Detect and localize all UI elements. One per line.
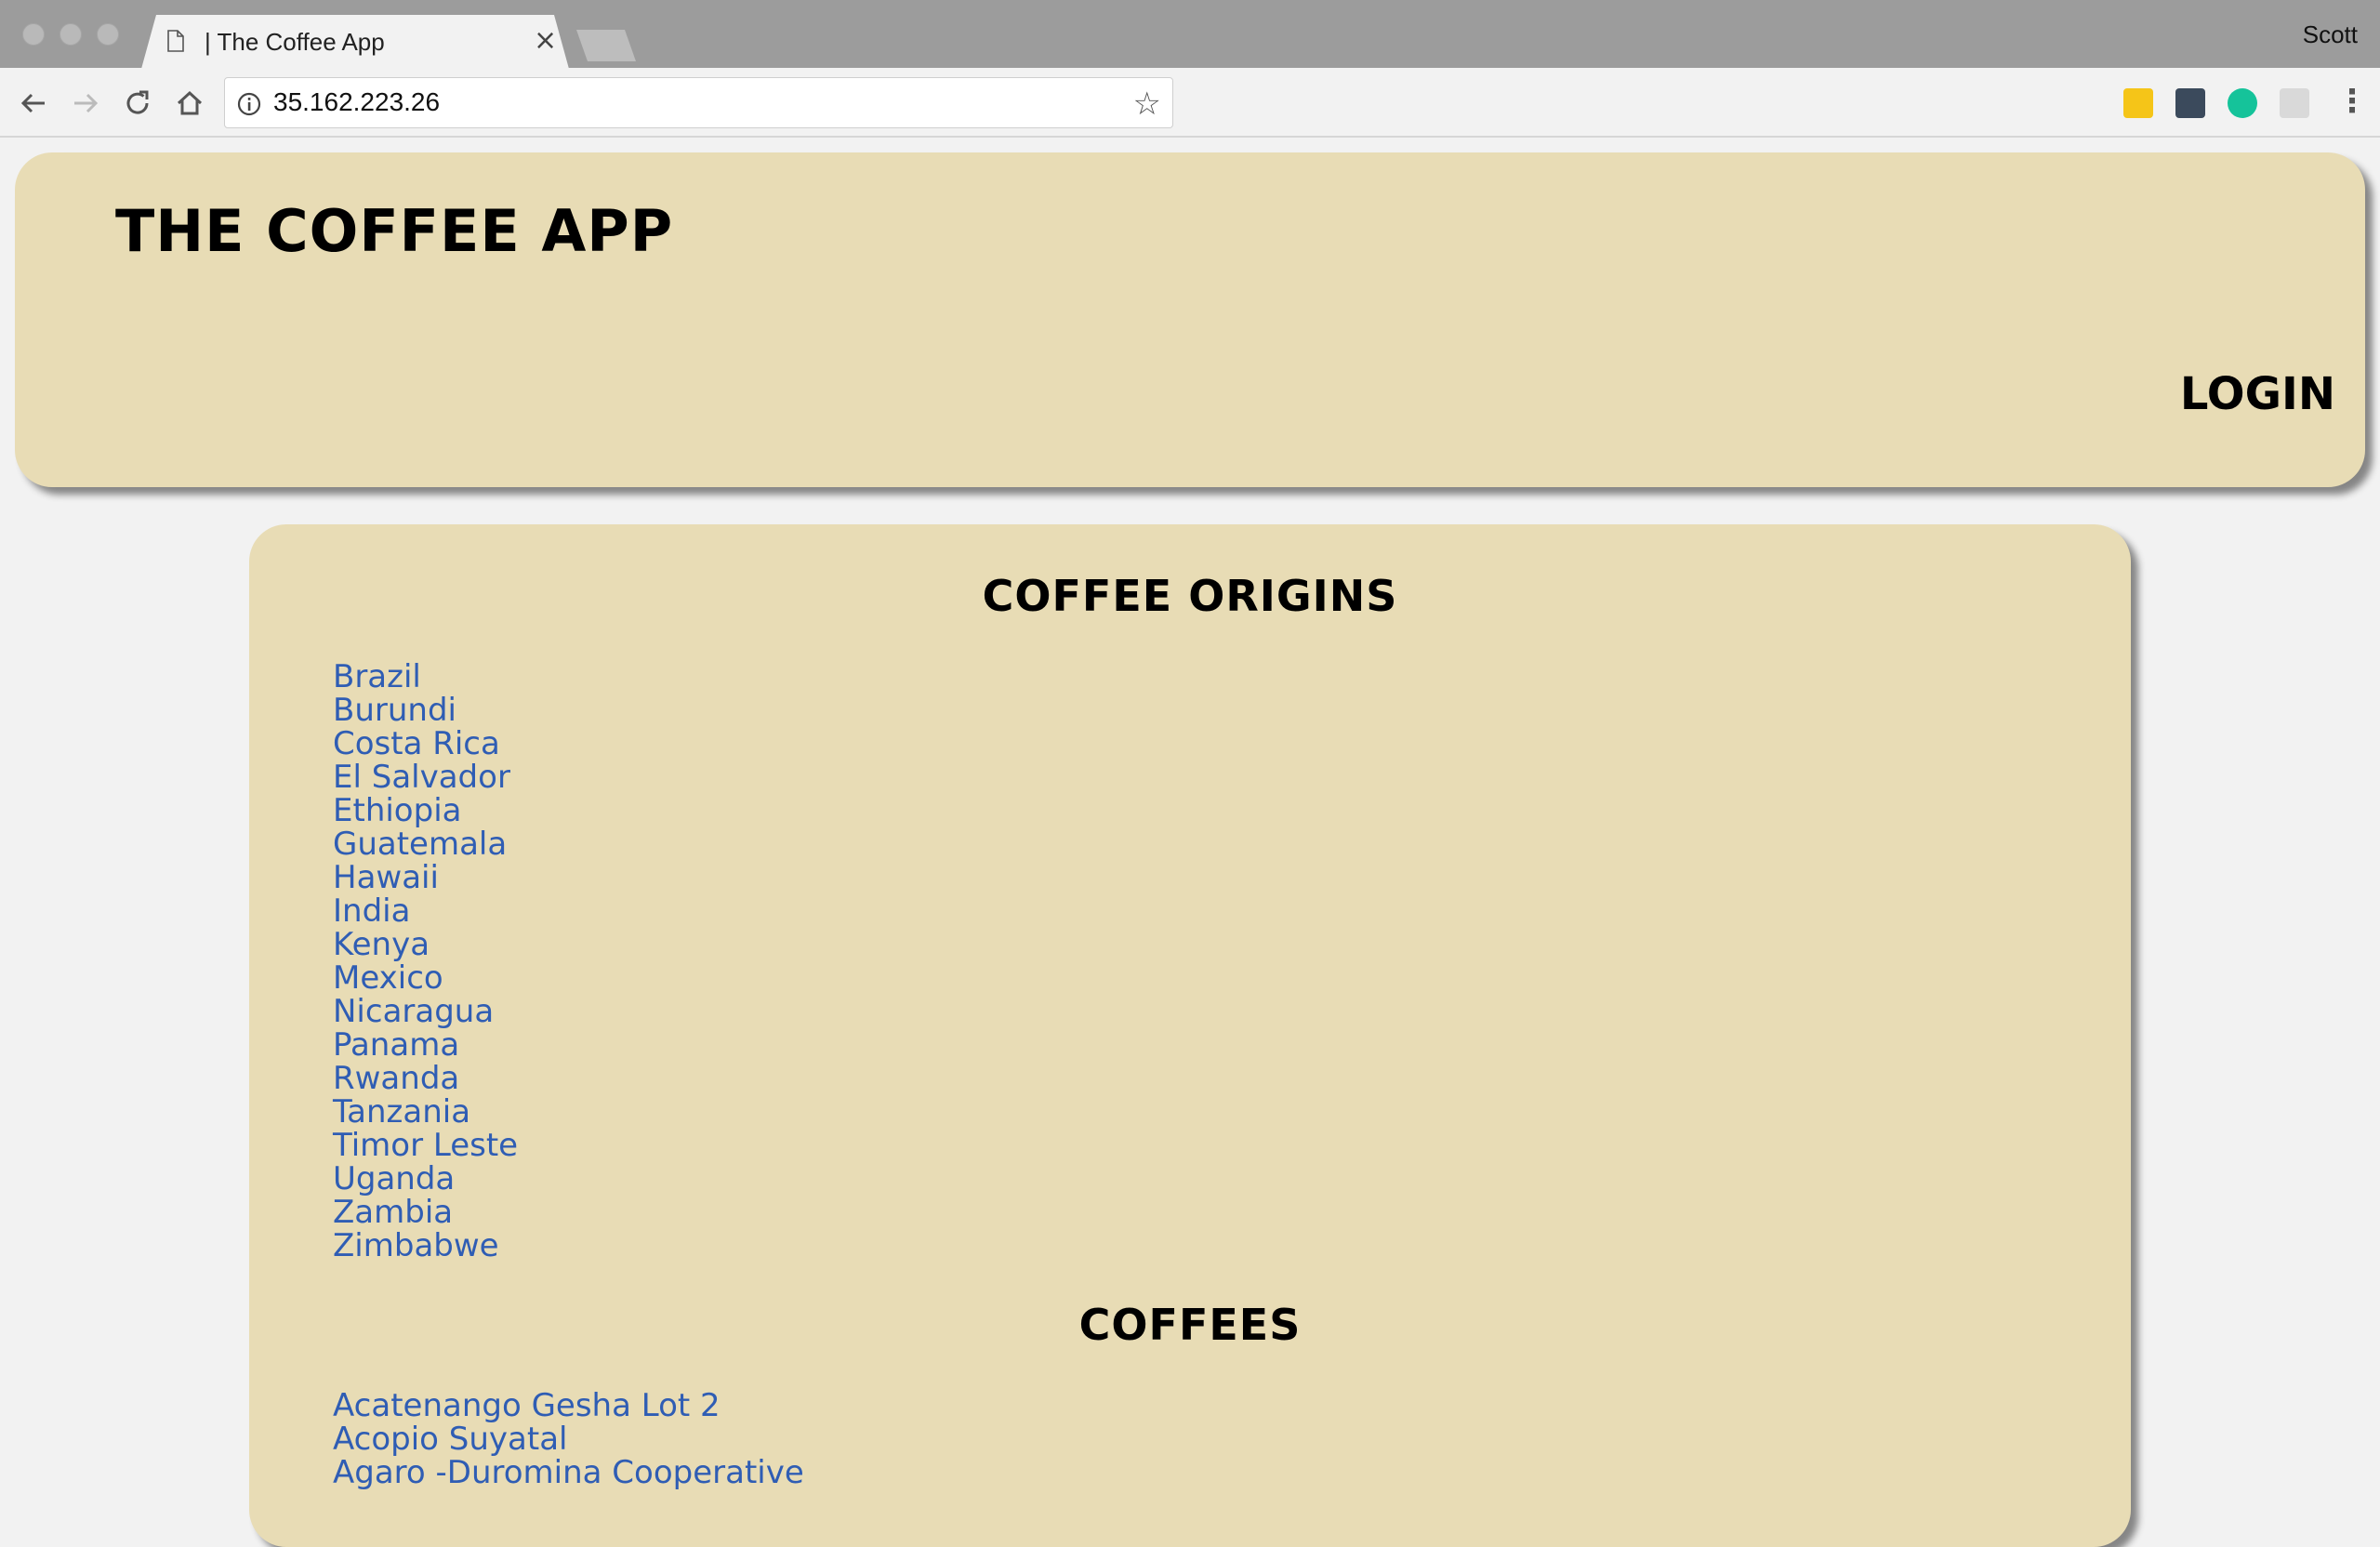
home-button[interactable]	[171, 85, 208, 122]
profile-name[interactable]: Scott	[2303, 20, 2358, 49]
back-arrow-icon	[20, 93, 45, 113]
coffees-heading: Coffees	[1078, 1300, 1302, 1350]
origin-link[interactable]: Guatemala	[333, 826, 507, 863]
back-button[interactable]	[15, 85, 52, 122]
coffees-list: Acatenango Gesha Lot 2 Acopio Suyatal Agar…	[333, 1389, 804, 1489]
address-bar[interactable]: 35.162.223.26 ☆	[224, 77, 1173, 128]
list-item: Zimbabwe	[333, 1229, 518, 1263]
new-tab-button[interactable]	[576, 30, 636, 61]
reload-button[interactable]	[119, 85, 156, 122]
origin-link[interactable]: Panama	[333, 1026, 459, 1064]
origin-link[interactable]: Tanzania	[333, 1093, 470, 1130]
origins-list: Brazil Burundi Costa Rica El Salvador Ethiop…	[333, 660, 518, 1263]
content-panel: Coffee Origins Brazil Burundi Costa Rica El…	[249, 524, 2131, 1547]
origin-link[interactable]: India	[333, 892, 410, 930]
login-link[interactable]: Login	[2180, 368, 2335, 420]
origin-link[interactable]: Timor Leste	[333, 1127, 518, 1164]
list-item: El Salvador	[333, 760, 518, 794]
window-minimize-button[interactable]	[60, 23, 82, 46]
list-item: Nicaragua	[333, 995, 518, 1028]
origin-link[interactable]: Costa Rica	[333, 725, 500, 762]
reload-icon	[126, 90, 149, 114]
list-item: Zambia	[333, 1196, 518, 1229]
list-item: Rwanda	[333, 1062, 518, 1095]
coffee-link[interactable]: Acopio Suyatal	[333, 1421, 568, 1458]
origin-link[interactable]: Nicaragua	[333, 993, 494, 1030]
origin-link[interactable]: Hawaii	[333, 859, 439, 896]
origin-link[interactable]: Brazil	[333, 658, 421, 695]
origin-link[interactable]: Mexico	[333, 959, 443, 997]
window-maximize-button[interactable]	[97, 23, 119, 46]
grammarly-icon[interactable]	[2228, 88, 2257, 118]
list-item: Acopio Suyatal	[333, 1422, 804, 1456]
bookmark-star-icon[interactable]: ☆	[1133, 86, 1161, 123]
list-item: Burundi	[333, 694, 518, 727]
forward-button[interactable]	[67, 85, 104, 122]
list-item: Agaro -Duromina Cooperative	[333, 1456, 804, 1489]
list-item: Guatemala	[333, 827, 518, 861]
origin-link[interactable]: Uganda	[333, 1160, 455, 1197]
url-text[interactable]: 35.162.223.26	[273, 87, 440, 117]
coffee-link[interactable]: Agaro -Duromina Cooperative	[333, 1454, 804, 1491]
list-item: Mexico	[333, 961, 518, 995]
browser-menu-icon[interactable]: ⋮	[2336, 85, 2368, 118]
app-title[interactable]: The Coffee App	[115, 197, 673, 265]
tab-close-icon[interactable]: ×	[534, 24, 557, 57]
list-item: Ethiopia	[333, 794, 518, 827]
extension-shield-icon[interactable]	[2175, 88, 2205, 118]
list-item: Costa Rica	[333, 727, 518, 760]
origin-link[interactable]: Zambia	[333, 1194, 453, 1231]
list-item: Hawaii	[333, 861, 518, 894]
origin-link[interactable]: Kenya	[333, 926, 430, 963]
list-item: Panama	[333, 1028, 518, 1062]
list-item: Timor Leste	[333, 1129, 518, 1162]
extension-react-icon[interactable]	[2280, 88, 2309, 118]
origin-link[interactable]: El Salvador	[333, 759, 510, 796]
list-item: Uganda	[333, 1162, 518, 1196]
origin-link[interactable]: Burundi	[333, 692, 456, 729]
origins-heading: Coffee Origins	[982, 571, 1398, 621]
list-item: Tanzania	[333, 1095, 518, 1129]
site-header: The Coffee App Login	[15, 152, 2365, 487]
browser-tab-bar: | The Coffee App × Scott	[0, 0, 2380, 69]
coffee-link[interactable]: Acatenango Gesha Lot 2	[333, 1387, 721, 1424]
extension-notes-icon[interactable]	[2123, 88, 2153, 118]
info-icon[interactable]	[236, 91, 262, 117]
window-close-button[interactable]	[22, 23, 45, 46]
forward-arrow-icon	[74, 93, 99, 113]
browser-toolbar: 35.162.223.26 ☆ ⋮	[0, 68, 2380, 138]
home-icon	[177, 90, 203, 115]
browser-tab-active[interactable]: | The Coffee App ×	[141, 15, 569, 69]
list-item: Brazil	[333, 660, 518, 694]
tab-title: | The Coffee App	[205, 28, 385, 56]
origin-link[interactable]: Zimbabwe	[333, 1227, 499, 1264]
list-item: Kenya	[333, 928, 518, 961]
origin-link[interactable]: Rwanda	[333, 1060, 459, 1097]
page-icon	[167, 30, 184, 52]
list-item: India	[333, 894, 518, 928]
origin-link[interactable]: Ethiopia	[333, 792, 461, 829]
list-item: Acatenango Gesha Lot 2	[333, 1389, 804, 1422]
